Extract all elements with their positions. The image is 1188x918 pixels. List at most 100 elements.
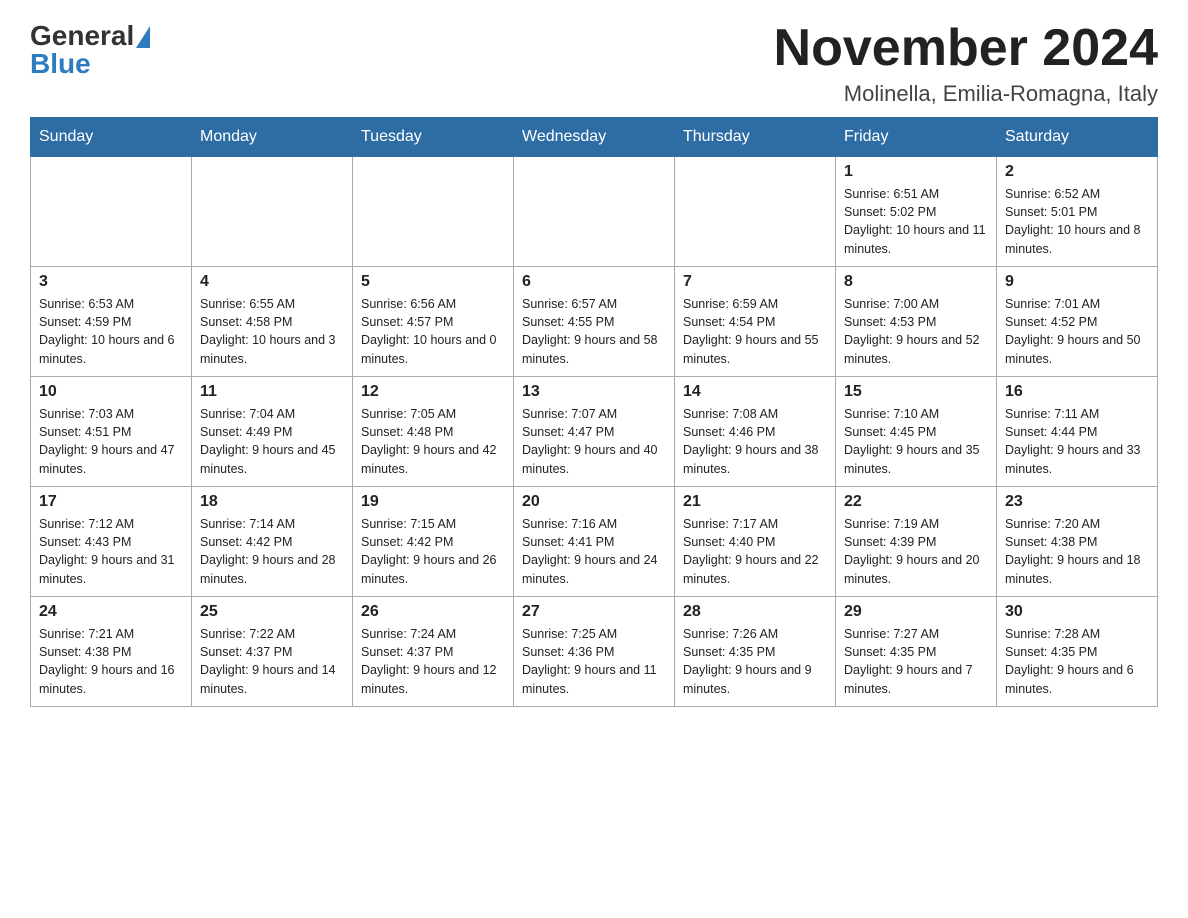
calendar-day-cell: 27 Sunrise: 7:25 AMSunset: 4:36 PMDayligh… (514, 597, 675, 707)
day-number: 24 (39, 603, 183, 621)
day-info: Sunrise: 6:51 AMSunset: 5:02 PMDaylight:… (844, 185, 988, 258)
calendar-day-cell: 11 Sunrise: 7:04 AMSunset: 4:49 PMDayligh… (192, 377, 353, 487)
day-info: Sunrise: 7:20 AMSunset: 4:38 PMDaylight:… (1005, 515, 1149, 588)
logo: General Blue (30, 20, 150, 80)
calendar-day-cell: 9 Sunrise: 7:01 AMSunset: 4:52 PMDaylight… (997, 267, 1158, 377)
calendar-day-cell: 18 Sunrise: 7:14 AMSunset: 4:42 PMDayligh… (192, 487, 353, 597)
day-number: 8 (844, 273, 988, 291)
calendar-day-cell: 2 Sunrise: 6:52 AMSunset: 5:01 PMDaylight… (997, 157, 1158, 267)
calendar-day-cell: 1 Sunrise: 6:51 AMSunset: 5:02 PMDaylight… (836, 157, 997, 267)
day-of-week-header: Monday (192, 118, 353, 157)
calendar-day-cell: 14 Sunrise: 7:08 AMSunset: 4:46 PMDayligh… (675, 377, 836, 487)
calendar-day-cell: 17 Sunrise: 7:12 AMSunset: 4:43 PMDayligh… (31, 487, 192, 597)
day-info: Sunrise: 7:25 AMSunset: 4:36 PMDaylight:… (522, 625, 666, 698)
calendar-day-cell: 15 Sunrise: 7:10 AMSunset: 4:45 PMDayligh… (836, 377, 997, 487)
day-number: 12 (361, 383, 505, 401)
calendar-day-cell: 12 Sunrise: 7:05 AMSunset: 4:48 PMDayligh… (353, 377, 514, 487)
calendar-day-cell: 3 Sunrise: 6:53 AMSunset: 4:59 PMDaylight… (31, 267, 192, 377)
day-number: 29 (844, 603, 988, 621)
day-number: 30 (1005, 603, 1149, 621)
day-info: Sunrise: 7:15 AMSunset: 4:42 PMDaylight:… (361, 515, 505, 588)
calendar-week-row: 3 Sunrise: 6:53 AMSunset: 4:59 PMDaylight… (31, 267, 1158, 377)
day-info: Sunrise: 7:01 AMSunset: 4:52 PMDaylight:… (1005, 295, 1149, 368)
calendar-subtitle: Molinella, Emilia-Romagna, Italy (774, 81, 1158, 107)
logo-blue-text: Blue (30, 48, 91, 80)
day-info: Sunrise: 7:14 AMSunset: 4:42 PMDaylight:… (200, 515, 344, 588)
calendar-day-cell (353, 157, 514, 267)
calendar-day-cell: 26 Sunrise: 7:24 AMSunset: 4:37 PMDayligh… (353, 597, 514, 707)
calendar-day-cell: 29 Sunrise: 7:27 AMSunset: 4:35 PMDayligh… (836, 597, 997, 707)
day-number: 6 (522, 273, 666, 291)
calendar-week-row: 1 Sunrise: 6:51 AMSunset: 5:02 PMDaylight… (31, 157, 1158, 267)
day-of-week-header: Friday (836, 118, 997, 157)
day-number: 3 (39, 273, 183, 291)
day-info: Sunrise: 7:26 AMSunset: 4:35 PMDaylight:… (683, 625, 827, 698)
day-info: Sunrise: 7:04 AMSunset: 4:49 PMDaylight:… (200, 405, 344, 478)
day-info: Sunrise: 6:52 AMSunset: 5:01 PMDaylight:… (1005, 185, 1149, 258)
calendar-header: SundayMondayTuesdayWednesdayThursdayFrid… (31, 118, 1158, 157)
day-number: 9 (1005, 273, 1149, 291)
calendar-day-cell: 19Sunrise: 7:15 AMSunset: 4:42 PMDayligh… (353, 487, 514, 597)
logo-triangle-icon (136, 26, 150, 48)
day-info: Sunrise: 7:08 AMSunset: 4:46 PMDaylight:… (683, 405, 827, 478)
calendar-day-cell: 23 Sunrise: 7:20 AMSunset: 4:38 PMDayligh… (997, 487, 1158, 597)
day-info: Sunrise: 7:27 AMSunset: 4:35 PMDaylight:… (844, 625, 988, 698)
day-info: Sunrise: 7:11 AMSunset: 4:44 PMDaylight:… (1005, 405, 1149, 478)
day-info: Sunrise: 7:19 AMSunset: 4:39 PMDaylight:… (844, 515, 988, 588)
calendar-day-cell: 5 Sunrise: 6:56 AMSunset: 4:57 PMDaylight… (353, 267, 514, 377)
day-info: Sunrise: 6:57 AMSunset: 4:55 PMDaylight:… (522, 295, 666, 368)
calendar-day-cell: 8 Sunrise: 7:00 AMSunset: 4:53 PMDaylight… (836, 267, 997, 377)
day-number: 2 (1005, 163, 1149, 181)
day-info: Sunrise: 6:56 AMSunset: 4:57 PMDaylight:… (361, 295, 505, 368)
day-of-week-header: Wednesday (514, 118, 675, 157)
day-info: Sunrise: 7:00 AMSunset: 4:53 PMDaylight:… (844, 295, 988, 368)
day-info: Sunrise: 7:16 AMSunset: 4:41 PMDaylight:… (522, 515, 666, 588)
day-number: 7 (683, 273, 827, 291)
day-number: 26 (361, 603, 505, 621)
calendar-day-cell: 24 Sunrise: 7:21 AMSunset: 4:38 PMDayligh… (31, 597, 192, 707)
calendar-week-row: 17 Sunrise: 7:12 AMSunset: 4:43 PMDayligh… (31, 487, 1158, 597)
day-number: 10 (39, 383, 183, 401)
day-number: 25 (200, 603, 344, 621)
calendar-day-cell: 22Sunrise: 7:19 AMSunset: 4:39 PMDayligh… (836, 487, 997, 597)
calendar-day-cell (514, 157, 675, 267)
calendar-day-cell: 28 Sunrise: 7:26 AMSunset: 4:35 PMDayligh… (675, 597, 836, 707)
day-info: Sunrise: 7:28 AMSunset: 4:35 PMDaylight:… (1005, 625, 1149, 698)
title-block: November 2024 Molinella, Emilia-Romagna,… (774, 20, 1158, 107)
day-number: 14 (683, 383, 827, 401)
day-info: Sunrise: 6:59 AMSunset: 4:54 PMDaylight:… (683, 295, 827, 368)
day-of-week-header: Saturday (997, 118, 1158, 157)
calendar-week-row: 10Sunrise: 7:03 AMSunset: 4:51 PMDayligh… (31, 377, 1158, 487)
day-info: Sunrise: 7:21 AMSunset: 4:38 PMDaylight:… (39, 625, 183, 698)
day-info: Sunrise: 6:53 AMSunset: 4:59 PMDaylight:… (39, 295, 183, 368)
day-info: Sunrise: 7:12 AMSunset: 4:43 PMDaylight:… (39, 515, 183, 588)
calendar-day-cell: 10Sunrise: 7:03 AMSunset: 4:51 PMDayligh… (31, 377, 192, 487)
day-number: 5 (361, 273, 505, 291)
calendar-day-cell: 30 Sunrise: 7:28 AMSunset: 4:35 PMDayligh… (997, 597, 1158, 707)
day-number: 28 (683, 603, 827, 621)
day-of-week-header: Thursday (675, 118, 836, 157)
day-number: 13 (522, 383, 666, 401)
day-number: 18 (200, 493, 344, 511)
day-number: 15 (844, 383, 988, 401)
days-of-week-row: SundayMondayTuesdayWednesdayThursdayFrid… (31, 118, 1158, 157)
day-number: 16 (1005, 383, 1149, 401)
day-info: Sunrise: 7:05 AMSunset: 4:48 PMDaylight:… (361, 405, 505, 478)
calendar-day-cell: 16 Sunrise: 7:11 AMSunset: 4:44 PMDayligh… (997, 377, 1158, 487)
day-number: 11 (200, 383, 344, 401)
day-info: Sunrise: 7:07 AMSunset: 4:47 PMDaylight:… (522, 405, 666, 478)
day-number: 27 (522, 603, 666, 621)
day-number: 23 (1005, 493, 1149, 511)
calendar-day-cell: 4 Sunrise: 6:55 AMSunset: 4:58 PMDaylight… (192, 267, 353, 377)
day-number: 4 (200, 273, 344, 291)
calendar-day-cell: 6 Sunrise: 6:57 AMSunset: 4:55 PMDaylight… (514, 267, 675, 377)
day-info: Sunrise: 6:55 AMSunset: 4:58 PMDaylight:… (200, 295, 344, 368)
day-info: Sunrise: 7:24 AMSunset: 4:37 PMDaylight:… (361, 625, 505, 698)
day-info: Sunrise: 7:10 AMSunset: 4:45 PMDaylight:… (844, 405, 988, 478)
calendar-day-cell: 20Sunrise: 7:16 AMSunset: 4:41 PMDayligh… (514, 487, 675, 597)
day-number: 17 (39, 493, 183, 511)
calendar-day-cell (31, 157, 192, 267)
calendar-day-cell (675, 157, 836, 267)
day-number: 1 (844, 163, 988, 181)
calendar-day-cell: 25Sunrise: 7:22 AMSunset: 4:37 PMDayligh… (192, 597, 353, 707)
